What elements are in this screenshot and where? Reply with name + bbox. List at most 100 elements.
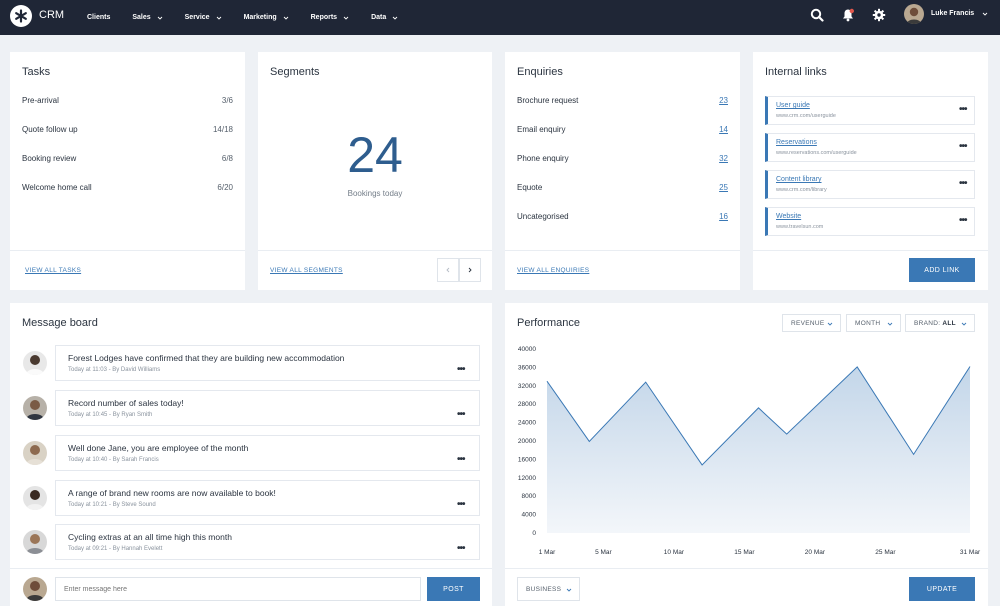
bookings-caption: Bookings today	[347, 189, 403, 198]
enquiries-title: Enquiries	[517, 66, 563, 78]
business-select[interactable]: BUSINESS	[517, 577, 580, 601]
view-all-enquiries-link[interactable]: VIEW ALL ENQUIRIES	[517, 267, 589, 274]
nav-label: Marketing	[243, 14, 277, 21]
more-options-icon[interactable]: •••	[457, 410, 465, 420]
nav-label: Service	[184, 14, 210, 21]
message-meta: Today at 09:21 - By Hannah Evelett	[68, 546, 163, 552]
card-footer: VIEW ALL TASKS	[10, 250, 245, 290]
asterisk-logo-icon[interactable]	[10, 5, 32, 27]
more-options-icon[interactable]: •••	[959, 105, 967, 115]
enquiry-label: Email enquiry	[517, 125, 566, 134]
gear-icon[interactable]	[872, 8, 886, 22]
update-button[interactable]: UPDATE	[909, 577, 975, 601]
metric-select[interactable]: REVENUE	[782, 314, 841, 332]
more-options-icon[interactable]: •••	[457, 544, 465, 554]
more-options-icon[interactable]: •••	[959, 142, 967, 152]
enquiries-card: Enquiries Brochure request 23 Email enqu…	[505, 52, 740, 290]
enquiry-count-link[interactable]: 25	[719, 183, 728, 192]
list-item[interactable]: Quote follow up 14/18	[22, 125, 233, 137]
enquiry-label: Phone enquiry	[517, 154, 569, 163]
task-label: Welcome home call	[22, 183, 92, 192]
more-options-icon[interactable]: •••	[457, 500, 465, 510]
period-select[interactable]: MONTH	[846, 314, 901, 332]
more-options-icon[interactable]: •••	[959, 216, 967, 226]
post-button[interactable]: POST	[427, 577, 480, 601]
y-axis-tick-label: 0	[532, 530, 536, 537]
message-item: A range of brand new rooms are now avail…	[55, 480, 480, 516]
more-options-icon[interactable]: •••	[959, 179, 967, 189]
chevron-down-icon	[827, 322, 833, 326]
nav-service[interactable]: Service	[185, 14, 222, 21]
nav-data[interactable]: Data	[371, 14, 398, 21]
internal-link-url: www.travelsun.com	[776, 224, 824, 230]
add-link-button[interactable]: ADD LINK	[909, 258, 975, 282]
list-item[interactable]: Pre-arrival 3/6	[22, 96, 233, 108]
y-axis-tick-label: 28000	[518, 401, 536, 408]
next-button[interactable]	[459, 258, 481, 282]
list-item: Uncategorised 16	[517, 212, 728, 224]
divider	[505, 568, 988, 569]
avatar	[23, 351, 47, 375]
y-axis-tick-label: 32000	[518, 383, 536, 390]
view-all-segments-link[interactable]: VIEW ALL SEGMENTS	[270, 267, 343, 274]
nav-marketing[interactable]: Marketing	[244, 14, 289, 21]
message-text: Well done Jane, you are employee of the …	[68, 443, 249, 453]
internal-link-url: www.crm.com/userguide	[776, 113, 836, 119]
internal-links-card: Internal links User guide www.crm.com/us…	[753, 52, 988, 290]
internal-link-title[interactable]: Reservations	[776, 139, 817, 146]
nav-clients[interactable]: Clients	[87, 14, 110, 21]
nav-label: Data	[371, 14, 387, 21]
message-item: Forest Lodges have confirmed that they a…	[55, 345, 480, 381]
view-all-tasks-link[interactable]: VIEW ALL TASKS	[25, 267, 81, 274]
x-axis-tick-label: 20 Mar	[805, 549, 826, 556]
avatar	[23, 441, 47, 465]
chevron-down-icon[interactable]	[982, 11, 988, 17]
card-footer: VIEW ALL ENQUIRIES	[505, 250, 740, 290]
app-name: CRM	[39, 9, 65, 21]
previous-button[interactable]	[437, 258, 459, 282]
nav-sales[interactable]: Sales	[132, 14, 162, 21]
message-text: Forest Lodges have confirmed that they a…	[68, 353, 345, 363]
bell-icon[interactable]	[841, 8, 855, 22]
avatar	[23, 486, 47, 510]
list-item[interactable]: Welcome home call 6/20	[22, 183, 233, 195]
message-meta: Today at 10:40 - By Sarah Francis	[68, 457, 159, 463]
tasks-title: Tasks	[22, 66, 51, 78]
task-label: Pre-arrival	[22, 96, 59, 105]
x-axis-tick-label: 15 Mar	[734, 549, 755, 556]
brand-select[interactable]: BRAND: ALL	[905, 314, 975, 332]
chevron-down-icon	[216, 16, 221, 20]
internal-links-title: Internal links	[765, 66, 827, 78]
message-meta: Today at 10:45 - By Ryan Smith	[68, 412, 153, 418]
more-options-icon[interactable]: •••	[457, 365, 465, 375]
more-options-icon[interactable]: •••	[457, 455, 465, 465]
task-count: 3/6	[221, 96, 233, 105]
enquiry-count-link[interactable]: 16	[719, 212, 728, 221]
user-avatar[interactable]	[904, 4, 924, 24]
chevron-down-icon	[961, 322, 967, 326]
internal-link-title[interactable]: Content library	[776, 176, 822, 183]
internal-link-title[interactable]: User guide	[776, 102, 810, 109]
message-text: Cycling extras at an all time high this …	[68, 532, 232, 542]
nav-reports[interactable]: Reports	[311, 14, 349, 21]
enquiry-count-link[interactable]: 23	[719, 96, 728, 105]
chevron-down-icon	[392, 16, 398, 20]
avatar	[23, 577, 47, 601]
chevron-right-icon	[468, 267, 472, 273]
asterisk-icon	[15, 9, 27, 23]
message-input-wrapper	[55, 577, 421, 601]
avatar-image	[23, 396, 47, 420]
list-item[interactable]: Booking review 6/8	[22, 154, 233, 166]
chevron-down-icon	[343, 16, 349, 20]
enquiry-count-link[interactable]: 14	[719, 125, 728, 134]
y-axis-tick-label: 16000	[518, 456, 536, 463]
y-axis-tick-label: 20000	[518, 438, 536, 445]
internal-link-title[interactable]: Website	[776, 213, 801, 220]
y-axis-tick-label: 24000	[518, 420, 536, 427]
message-input[interactable]	[56, 578, 420, 601]
user-name[interactable]: Luke Francis	[931, 10, 974, 17]
search-icon[interactable]	[810, 8, 824, 22]
enquiry-count-link[interactable]: 32	[719, 154, 728, 163]
chevron-down-icon	[566, 588, 572, 592]
enquiry-label: Equote	[517, 183, 543, 192]
